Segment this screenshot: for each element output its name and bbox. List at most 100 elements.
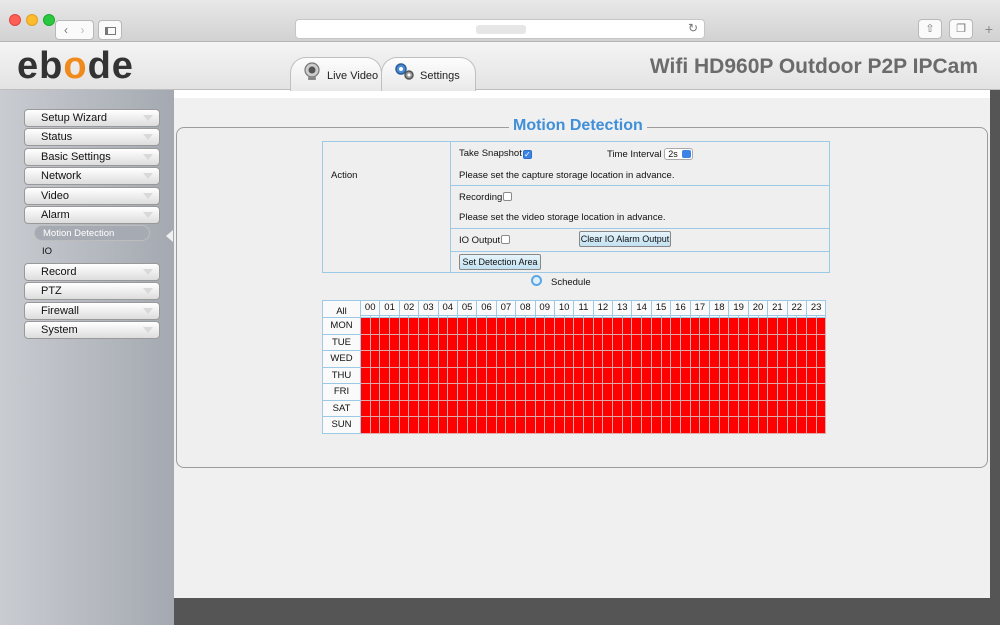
schedule-cell[interactable]	[447, 317, 458, 335]
schedule-cell[interactable]	[447, 399, 458, 417]
schedule-cell[interactable]	[621, 350, 633, 368]
schedule-cell[interactable]	[767, 366, 778, 384]
schedule-cell[interactable]	[360, 383, 371, 401]
schedule-cell[interactable]	[718, 333, 730, 351]
hour-header-17[interactable]: 17	[689, 300, 711, 316]
schedule-cell[interactable]	[699, 416, 711, 434]
schedule-cell[interactable]	[747, 383, 759, 401]
sidebar-item-basic-settings[interactable]: Basic Settings	[24, 148, 160, 166]
schedule-cell[interactable]	[718, 317, 730, 335]
schedule-cell[interactable]	[456, 333, 468, 351]
schedule-cell[interactable]	[689, 366, 701, 384]
hour-header-08[interactable]: 08	[515, 300, 536, 316]
schedule-cell[interactable]	[582, 317, 594, 335]
hour-header-15[interactable]: 15	[650, 300, 672, 316]
schedule-cell[interactable]	[437, 317, 449, 335]
schedule-cell[interactable]	[660, 416, 672, 434]
sidebar-item-record[interactable]: Record	[24, 263, 160, 281]
schedule-cell[interactable]	[806, 317, 817, 335]
schedule-cell[interactable]	[709, 350, 720, 368]
schedule-cell[interactable]	[515, 399, 526, 417]
schedule-cell[interactable]	[524, 317, 536, 335]
schedule-cell[interactable]	[505, 317, 517, 335]
schedule-cell[interactable]	[631, 399, 643, 417]
schedule-cell[interactable]	[796, 350, 807, 368]
schedule-cell[interactable]	[524, 416, 536, 434]
schedule-cell[interactable]	[456, 317, 468, 335]
close-window-icon[interactable]	[9, 14, 21, 26]
schedule-cell[interactable]	[641, 399, 652, 417]
hour-header-01[interactable]: 01	[379, 300, 400, 316]
schedule-cell[interactable]	[379, 333, 391, 351]
schedule-cell[interactable]	[709, 399, 720, 417]
tab-live-video[interactable]: Live Video	[290, 57, 382, 91]
schedule-cell[interactable]	[476, 416, 488, 434]
schedule-cell[interactable]	[418, 350, 429, 368]
hour-header-04[interactable]: 04	[437, 300, 458, 316]
schedule-cell[interactable]	[573, 317, 584, 335]
schedule-cell[interactable]	[709, 383, 720, 401]
sidebar-subitem-motion-detection[interactable]: Motion Detection	[34, 225, 150, 241]
schedule-cell[interactable]	[815, 333, 827, 351]
schedule-cell[interactable]	[456, 399, 468, 417]
forward-button[interactable]: ›	[72, 20, 94, 40]
schedule-cell[interactable]	[466, 366, 478, 384]
schedule-cell[interactable]	[709, 317, 720, 335]
schedule-cell[interactable]	[427, 350, 439, 368]
schedule-cell[interactable]	[670, 383, 681, 401]
schedule-cell[interactable]	[544, 317, 555, 335]
schedule-cell[interactable]	[796, 366, 807, 384]
schedule-cell[interactable]	[670, 416, 681, 434]
schedule-cell[interactable]	[544, 366, 555, 384]
schedule-cell[interactable]	[699, 333, 711, 351]
schedule-cell[interactable]	[815, 317, 827, 335]
schedule-cell[interactable]	[544, 416, 555, 434]
schedule-cell[interactable]	[553, 317, 565, 335]
clear-io-alarm-output-button[interactable]: Clear IO Alarm Output	[579, 231, 671, 247]
schedule-cell[interactable]	[660, 399, 672, 417]
schedule-cell[interactable]	[398, 416, 410, 434]
schedule-cell[interactable]	[602, 333, 614, 351]
schedule-cell[interactable]	[408, 416, 420, 434]
schedule-cell[interactable]	[796, 383, 807, 401]
hour-header-10[interactable]: 10	[553, 300, 575, 316]
schedule-cell[interactable]	[757, 350, 769, 368]
schedule-cell[interactable]	[786, 416, 798, 434]
schedule-cell[interactable]	[592, 366, 604, 384]
schedule-cell[interactable]	[747, 333, 759, 351]
schedule-cell[interactable]	[806, 399, 817, 417]
schedule-cell[interactable]	[718, 350, 730, 368]
schedule-cell[interactable]	[437, 416, 449, 434]
schedule-cell[interactable]	[689, 333, 701, 351]
schedule-cell[interactable]	[360, 416, 371, 434]
schedule-cell[interactable]	[505, 416, 517, 434]
schedule-cell[interactable]	[757, 399, 769, 417]
schedule-cell[interactable]	[621, 333, 633, 351]
schedule-cell[interactable]	[815, 366, 827, 384]
reload-icon[interactable]: ↻	[688, 21, 698, 35]
schedule-cell[interactable]	[534, 366, 546, 384]
schedule-cell[interactable]	[495, 317, 507, 335]
schedule-cell[interactable]	[612, 317, 623, 335]
schedule-cell[interactable]	[360, 333, 371, 351]
schedule-cell[interactable]	[747, 317, 759, 335]
sidebar-item-network[interactable]: Network	[24, 167, 160, 185]
schedule-cell[interactable]	[815, 416, 827, 434]
schedule-cell[interactable]	[486, 366, 497, 384]
schedule-cell[interactable]	[466, 350, 478, 368]
hour-header-21[interactable]: 21	[767, 300, 788, 316]
schedule-cell[interactable]	[679, 366, 691, 384]
recording-checkbox[interactable]	[503, 192, 513, 201]
schedule-cell[interactable]	[534, 383, 546, 401]
schedule-cell[interactable]	[398, 350, 410, 368]
schedule-cell[interactable]	[757, 366, 769, 384]
schedule-cell[interactable]	[612, 416, 623, 434]
schedule-cell[interactable]	[389, 416, 400, 434]
schedule-cell[interactable]	[563, 366, 575, 384]
schedule-cell[interactable]	[641, 383, 652, 401]
schedule-cell[interactable]	[427, 416, 439, 434]
schedule-cell[interactable]	[757, 317, 769, 335]
schedule-cell[interactable]	[486, 399, 497, 417]
schedule-cell[interactable]	[563, 350, 575, 368]
hour-header-05[interactable]: 05	[456, 300, 478, 316]
